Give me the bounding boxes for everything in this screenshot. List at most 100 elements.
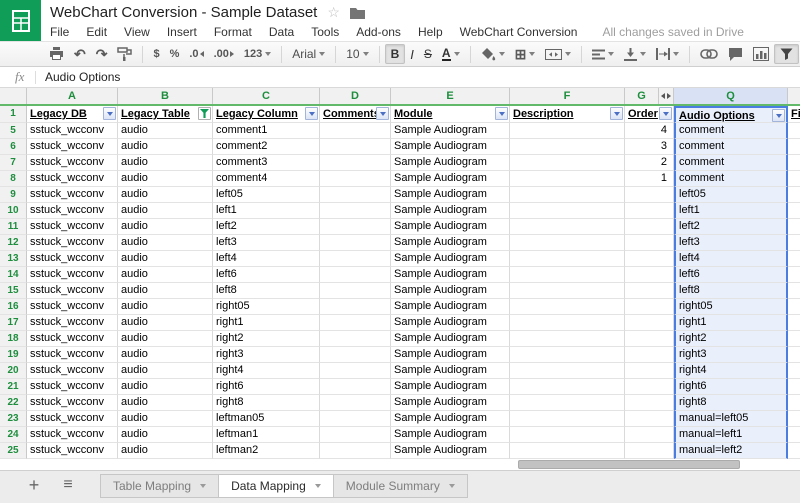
cell-Q20[interactable]: right4	[674, 363, 788, 379]
cell-FI13[interactable]	[788, 251, 800, 267]
cell-G24[interactable]	[625, 427, 674, 443]
row-header-10[interactable]: 10	[0, 203, 27, 219]
cell-B8[interactable]: audio	[118, 171, 213, 187]
cell-D23[interactable]	[320, 411, 391, 427]
filter-dropdown-order[interactable]	[659, 107, 672, 120]
row-header-12[interactable]: 12	[0, 235, 27, 251]
horizontal-align-button[interactable]	[587, 44, 619, 64]
cell-A17[interactable]: sstuck_wcconv	[27, 315, 118, 331]
cell-B20[interactable]: audio	[118, 363, 213, 379]
cell-partial-1[interactable]: Fi	[788, 106, 800, 123]
cell-C11[interactable]: left2	[213, 219, 320, 235]
cell-FI16[interactable]	[788, 299, 800, 315]
cell-C14[interactable]: left6	[213, 267, 320, 283]
cell-G11[interactable]	[625, 219, 674, 235]
cell-Q23[interactable]: manual=left05	[674, 411, 788, 427]
text-wrap-button[interactable]	[651, 44, 684, 64]
cell-Q24[interactable]: manual=left1	[674, 427, 788, 443]
cell-F5[interactable]	[510, 123, 625, 139]
cell-G13[interactable]	[625, 251, 674, 267]
cell-E25[interactable]: Sample Audiogram	[391, 443, 510, 459]
cell-A1[interactable]: Legacy DB	[27, 106, 118, 123]
cell-FI21[interactable]	[788, 379, 800, 395]
cell-E15[interactable]: Sample Audiogram	[391, 283, 510, 299]
cell-C13[interactable]: left4	[213, 251, 320, 267]
cell-FI19[interactable]	[788, 347, 800, 363]
more-formats-button[interactable]: 123	[239, 44, 276, 64]
cell-D19[interactable]	[320, 347, 391, 363]
cell-D6[interactable]	[320, 139, 391, 155]
percent-format-button[interactable]: %	[165, 44, 185, 64]
cell-A25[interactable]: sstuck_wcconv	[27, 443, 118, 459]
cell-E24[interactable]: Sample Audiogram	[391, 427, 510, 443]
italic-button[interactable]: I	[405, 44, 419, 64]
cell-F7[interactable]	[510, 155, 625, 171]
cell-B6[interactable]: audio	[118, 139, 213, 155]
cell-B19[interactable]: audio	[118, 347, 213, 363]
cell-C22[interactable]: right8	[213, 395, 320, 411]
cell-D7[interactable]	[320, 155, 391, 171]
save-status[interactable]: All changes saved in Drive	[602, 25, 743, 39]
row-header-9[interactable]: 9	[0, 187, 27, 203]
cell-B9[interactable]: audio	[118, 187, 213, 203]
cell-D12[interactable]	[320, 235, 391, 251]
row-header-15[interactable]: 15	[0, 283, 27, 299]
font-select[interactable]: Arial	[287, 44, 330, 64]
cell-Q8[interactable]: comment	[674, 171, 788, 187]
column-header-B[interactable]: B	[118, 88, 213, 104]
cell-A9[interactable]: sstuck_wcconv	[27, 187, 118, 203]
cell-C9[interactable]: left05	[213, 187, 320, 203]
cell-B1[interactable]: Legacy Table	[118, 106, 213, 123]
cell-Q13[interactable]: left4	[674, 251, 788, 267]
cell-FI7[interactable]	[788, 155, 800, 171]
cell-G8[interactable]: 1	[625, 171, 674, 187]
filter-dropdown-description[interactable]	[610, 107, 623, 120]
cell-F9[interactable]	[510, 187, 625, 203]
hidden-columns-indicator[interactable]	[659, 88, 674, 104]
cell-E19[interactable]: Sample Audiogram	[391, 347, 510, 363]
cell-B17[interactable]: audio	[118, 315, 213, 331]
cell-FI17[interactable]	[788, 315, 800, 331]
cell-G6[interactable]: 3	[625, 139, 674, 155]
cell-A15[interactable]: sstuck_wcconv	[27, 283, 118, 299]
cell-E1[interactable]: Module	[391, 106, 510, 123]
cell-Q12[interactable]: left3	[674, 235, 788, 251]
add-sheet-button[interactable]: +	[24, 474, 44, 496]
cell-A18[interactable]: sstuck_wcconv	[27, 331, 118, 347]
cell-F20[interactable]	[510, 363, 625, 379]
cell-F12[interactable]	[510, 235, 625, 251]
row-header-1[interactable]: 1	[0, 106, 27, 123]
bold-button[interactable]: B	[385, 44, 406, 64]
cell-B18[interactable]: audio	[118, 331, 213, 347]
all-sheets-button[interactable]: ≡	[58, 474, 78, 496]
cell-C8[interactable]: comment4	[213, 171, 320, 187]
cell-F17[interactable]	[510, 315, 625, 331]
text-color-button[interactable]: A	[437, 44, 465, 64]
cell-Q9[interactable]: left05	[674, 187, 788, 203]
cell-E14[interactable]: Sample Audiogram	[391, 267, 510, 283]
cell-C12[interactable]: left3	[213, 235, 320, 251]
cell-B22[interactable]: audio	[118, 395, 213, 411]
row-header-5[interactable]: 5	[0, 123, 27, 139]
cell-B7[interactable]: audio	[118, 155, 213, 171]
cell-C25[interactable]: leftman2	[213, 443, 320, 459]
cell-G7[interactable]: 2	[625, 155, 674, 171]
cell-FI15[interactable]	[788, 283, 800, 299]
cell-G22[interactable]	[625, 395, 674, 411]
row-header-13[interactable]: 13	[0, 251, 27, 267]
cell-G16[interactable]	[625, 299, 674, 315]
filter-dropdown-audio-options[interactable]	[772, 109, 785, 122]
cell-E21[interactable]: Sample Audiogram	[391, 379, 510, 395]
cell-D8[interactable]	[320, 171, 391, 187]
cell-C18[interactable]: right2	[213, 331, 320, 347]
cell-D22[interactable]	[320, 395, 391, 411]
star-icon[interactable]: ☆	[327, 4, 340, 21]
cell-C10[interactable]: left1	[213, 203, 320, 219]
row-header-11[interactable]: 11	[0, 219, 27, 235]
cell-FI14[interactable]	[788, 267, 800, 283]
cell-F6[interactable]	[510, 139, 625, 155]
tab-table-mapping[interactable]: Table Mapping	[100, 474, 219, 498]
menu-addons[interactable]: Add-ons	[356, 25, 401, 39]
cell-D10[interactable]	[320, 203, 391, 219]
cell-B13[interactable]: audio	[118, 251, 213, 267]
